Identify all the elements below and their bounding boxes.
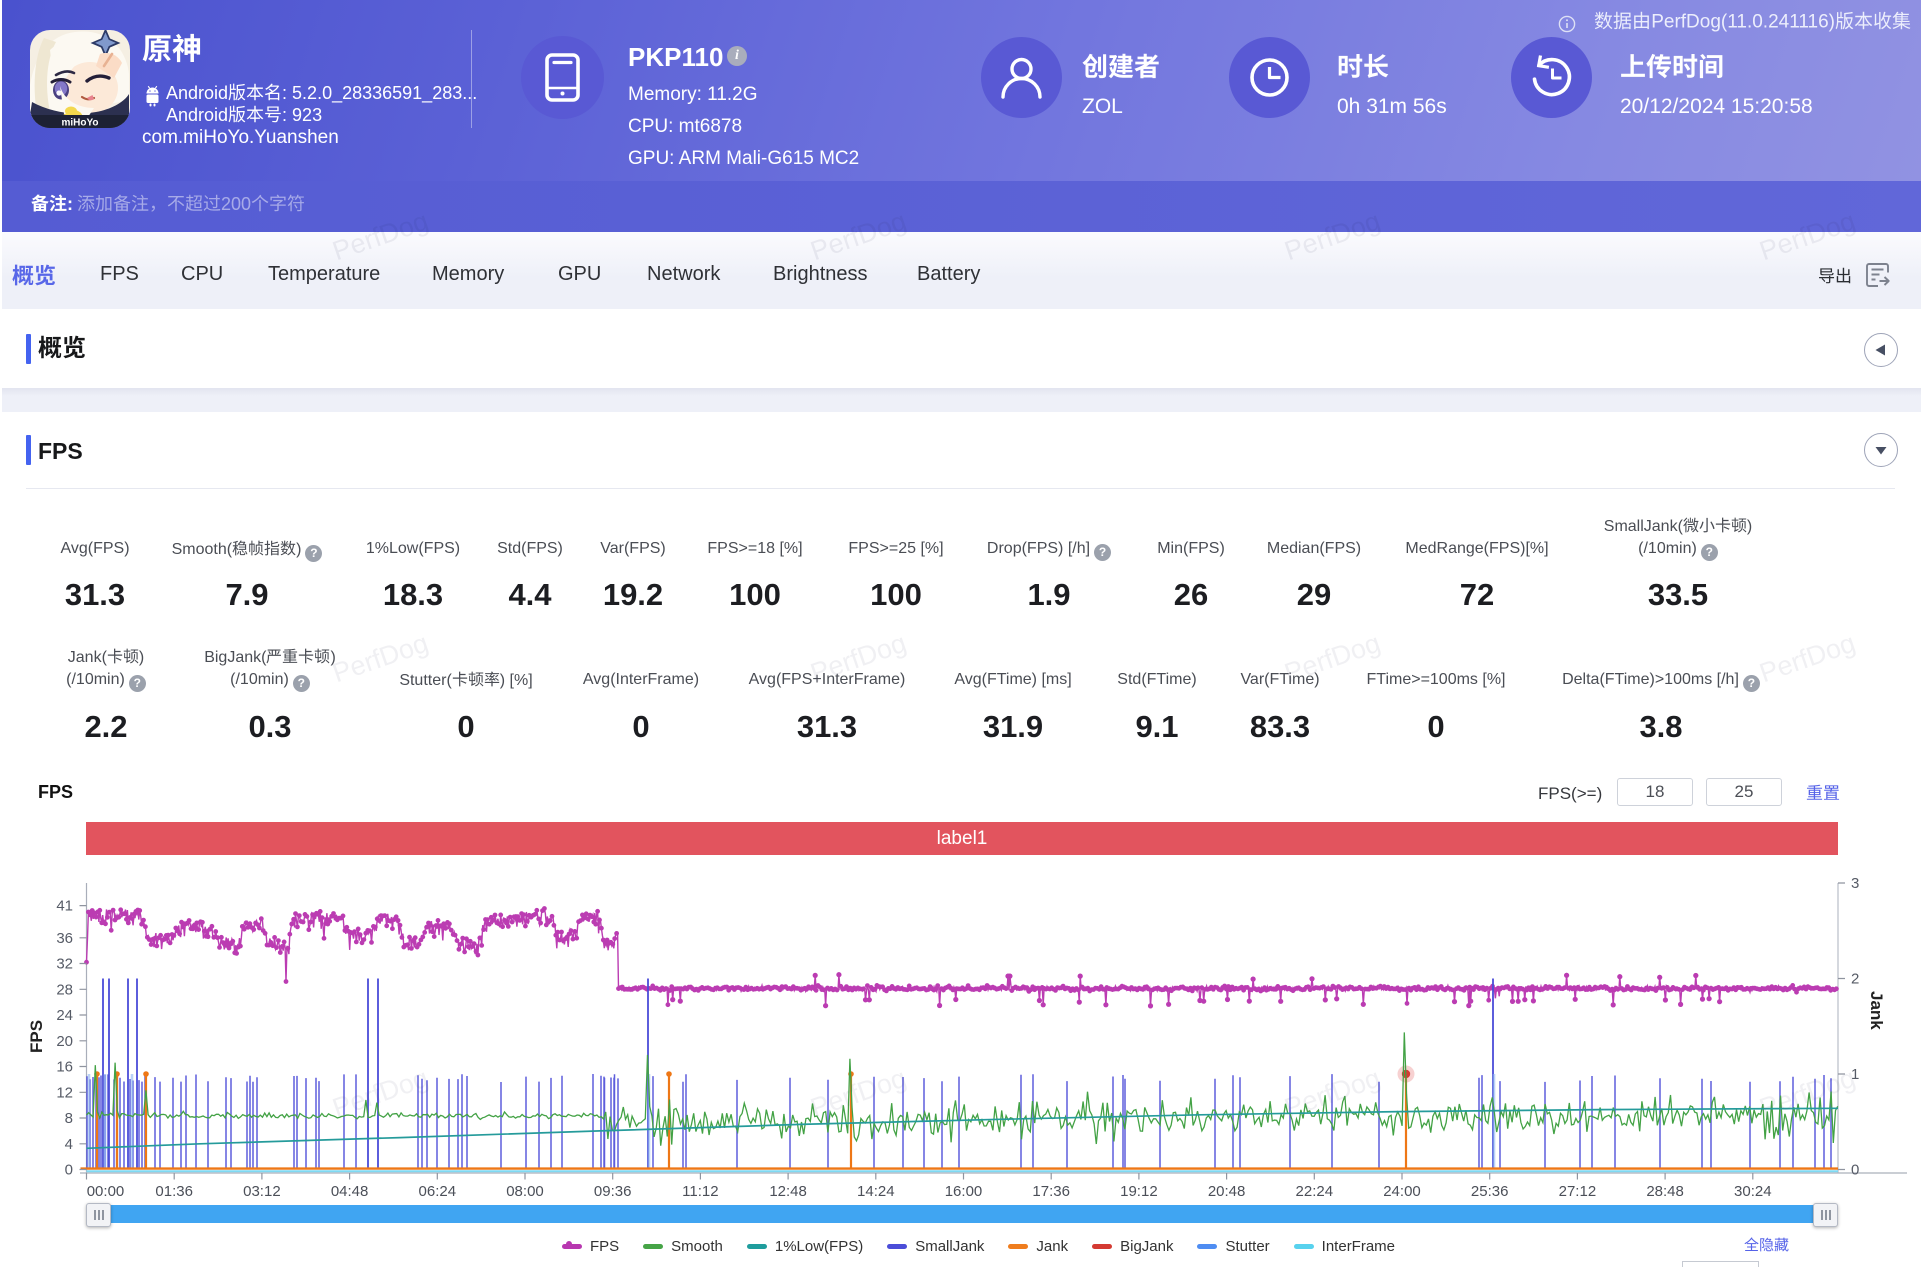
svg-text:22:24: 22:24 xyxy=(1296,1183,1334,1200)
svg-text:2: 2 xyxy=(1851,971,1859,988)
svg-text:30:24: 30:24 xyxy=(1734,1183,1772,1200)
svg-text:12: 12 xyxy=(56,1084,73,1101)
svg-text:3: 3 xyxy=(1851,875,1859,892)
svg-text:19:12: 19:12 xyxy=(1120,1183,1158,1200)
svg-text:16:00: 16:00 xyxy=(945,1183,983,1200)
svg-text:0: 0 xyxy=(65,1162,73,1179)
svg-text:0: 0 xyxy=(1851,1162,1859,1179)
svg-text:11:12: 11:12 xyxy=(682,1183,718,1200)
svg-text:1: 1 xyxy=(1851,1066,1859,1083)
svg-text:41: 41 xyxy=(56,898,73,915)
svg-text:08:00: 08:00 xyxy=(506,1183,544,1200)
svg-text:20:48: 20:48 xyxy=(1208,1183,1246,1200)
svg-text:4: 4 xyxy=(65,1136,73,1153)
svg-text:28:48: 28:48 xyxy=(1646,1183,1684,1200)
svg-text:14:24: 14:24 xyxy=(857,1183,895,1200)
svg-text:32: 32 xyxy=(56,956,73,973)
svg-text:36: 36 xyxy=(56,930,73,947)
svg-text:00:00: 00:00 xyxy=(87,1183,125,1200)
svg-text:24: 24 xyxy=(56,1007,73,1024)
svg-text:FPS: FPS xyxy=(27,1020,46,1053)
svg-text:20: 20 xyxy=(56,1033,73,1050)
svg-text:03:12: 03:12 xyxy=(243,1183,281,1200)
svg-text:miHoYo: miHoYo xyxy=(61,118,98,129)
svg-text:01:36: 01:36 xyxy=(155,1183,193,1200)
svg-text:17:36: 17:36 xyxy=(1032,1183,1070,1200)
svg-text:12:48: 12:48 xyxy=(769,1183,807,1200)
svg-text:16: 16 xyxy=(56,1059,73,1076)
svg-text:Jank: Jank xyxy=(1867,991,1886,1030)
svg-text:06:24: 06:24 xyxy=(419,1183,457,1200)
svg-text:24:00: 24:00 xyxy=(1383,1183,1421,1200)
svg-text:25:36: 25:36 xyxy=(1471,1183,1509,1200)
svg-text:27:12: 27:12 xyxy=(1559,1183,1597,1200)
svg-text:09:36: 09:36 xyxy=(594,1183,632,1200)
svg-text:04:48: 04:48 xyxy=(331,1183,369,1200)
svg-text:28: 28 xyxy=(56,981,73,998)
svg-text:8: 8 xyxy=(65,1110,73,1127)
